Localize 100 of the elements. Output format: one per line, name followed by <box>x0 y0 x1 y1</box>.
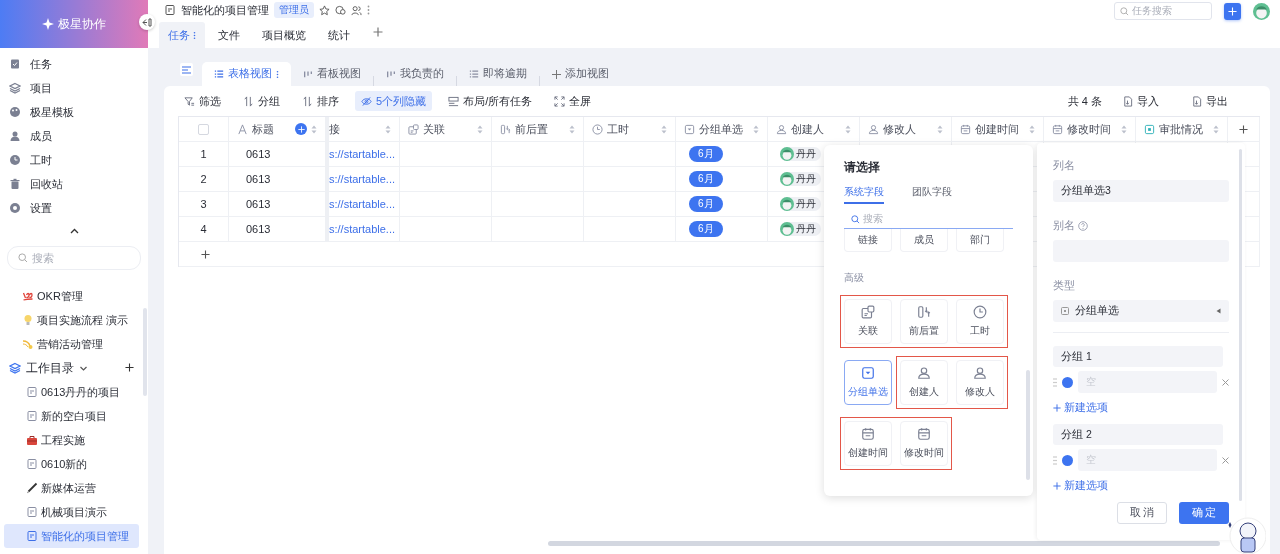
add-view-button[interactable]: 添加视图 <box>540 62 621 86</box>
field-option[interactable]: 分组单选 <box>844 360 892 405</box>
field-option[interactable]: 部门 <box>956 229 1004 252</box>
sidebar-item[interactable]: 工程实施 <box>4 428 139 452</box>
tab[interactable]: 任务 <box>159 22 205 48</box>
scrollbar[interactable] <box>1026 370 1030 480</box>
sidebar-item[interactable]: OKR管理 <box>0 284 148 308</box>
export-button[interactable]: 导出 <box>1185 91 1234 111</box>
sidebar-item[interactable]: 设置 <box>0 196 148 220</box>
column-header[interactable]: 接 <box>326 117 400 142</box>
column-header[interactable]: 创建时间 <box>952 117 1044 142</box>
sort-icon[interactable] <box>937 124 943 134</box>
column-header[interactable]: 标题 <box>229 117 326 142</box>
view-tab[interactable]: 即将逾期 <box>457 62 539 86</box>
help-icon[interactable] <box>1078 221 1088 231</box>
sort-icon[interactable] <box>311 124 317 134</box>
close-icon[interactable] <box>1222 378 1229 386</box>
sidebar-item[interactable]: 0613丹丹的项目 <box>4 380 139 404</box>
sidebar-item[interactable]: 项目实施流程 演示 <box>0 308 148 332</box>
field-option[interactable]: 修改时间 <box>900 421 948 466</box>
sidebar-item[interactable]: 任务 <box>0 52 148 76</box>
new-option-link[interactable]: 新建选项 <box>1053 401 1108 415</box>
link[interactable]: s://startable... <box>326 192 400 217</box>
field-option[interactable]: 链接 <box>844 229 892 252</box>
tab[interactable]: 统计 <box>319 22 359 48</box>
column-header[interactable]: 分组单选 <box>676 117 768 142</box>
field-option[interactable]: 关联 <box>844 299 892 344</box>
workspace-label[interactable]: 工作目录 <box>26 359 74 377</box>
add-button[interactable] <box>1224 2 1241 20</box>
sidebar-item[interactable]: 机械项目演示 <box>4 500 139 524</box>
column-header[interactable]: 审批情况 <box>1136 117 1228 142</box>
type-select[interactable]: 分组单选 <box>1053 300 1229 322</box>
toolbar-button[interactable]: 全屏 <box>548 91 598 111</box>
sort-icon[interactable] <box>1213 124 1219 134</box>
field-option[interactable]: 工时 <box>956 299 1004 344</box>
sort-icon[interactable] <box>385 124 391 134</box>
link[interactable]: s://startable... <box>326 142 400 167</box>
color-dot[interactable] <box>1062 454 1073 466</box>
tab[interactable]: 文件 <box>209 22 249 48</box>
new-option-link[interactable]: 新建选项 <box>1053 479 1108 493</box>
add-icon[interactable] <box>125 363 134 372</box>
sort-icon[interactable] <box>477 124 483 134</box>
sidebar-item[interactable]: 新的空白项目 <box>4 404 139 428</box>
column-header[interactable]: 修改时间 <box>1044 117 1136 142</box>
bear-mascot-drawing[interactable] <box>1226 516 1266 554</box>
view-tab[interactable]: 表格视图 <box>202 62 291 86</box>
more-icon[interactable] <box>193 30 196 40</box>
sort-icon[interactable] <box>1121 124 1127 134</box>
toolbar-button[interactable]: 筛选 <box>178 91 227 111</box>
cancel-button[interactable]: 取 消 <box>1117 502 1167 524</box>
toolbar-button[interactable]: 排序 <box>296 91 345 111</box>
add-tab-icon[interactable] <box>373 27 383 37</box>
tab[interactable]: 团队字段 <box>912 185 952 204</box>
sidebar-item[interactable]: 极星模板 <box>0 100 148 124</box>
star-icon[interactable] <box>319 4 330 16</box>
field-option[interactable]: 成员 <box>900 229 948 252</box>
group-name[interactable]: 分组 1 <box>1053 346 1223 367</box>
column-header[interactable]: 工时 <box>584 117 676 142</box>
confirm-button[interactable]: 确 定 <box>1179 502 1229 524</box>
link[interactable]: s://startable... <box>326 167 400 192</box>
import-button[interactable]: 导入 <box>1116 91 1165 111</box>
chevron-up-icon[interactable] <box>69 228 79 234</box>
add-column-icon[interactable] <box>1239 124 1248 134</box>
sidebar-item[interactable]: 新媒体运营 <box>4 476 139 500</box>
column-header[interactable]: 创建人 <box>768 117 860 142</box>
scrollbar[interactable] <box>548 541 1220 546</box>
people-icon[interactable] <box>351 4 362 16</box>
chat-icon[interactable] <box>335 4 346 16</box>
sidebar-item[interactable]: 回收站 <box>0 172 148 196</box>
add-button[interactable] <box>295 123 307 135</box>
sort-icon[interactable] <box>753 124 759 134</box>
view-tab[interactable]: 看板视图 <box>291 62 373 86</box>
column-header[interactable]: 修改人 <box>860 117 952 142</box>
sort-icon[interactable] <box>845 124 851 134</box>
toolbar-button[interactable]: 布局/所有任务 <box>442 91 539 111</box>
sort-icon[interactable] <box>569 124 575 134</box>
checkbox[interactable] <box>198 123 209 135</box>
tab[interactable]: 系统字段 <box>844 185 884 204</box>
sidebar-item[interactable]: 营销活动管理 <box>0 332 148 356</box>
close-icon[interactable] <box>1222 456 1229 464</box>
scrollbar[interactable] <box>1239 149 1242 501</box>
sidebar-item[interactable]: 工时 <box>0 148 148 172</box>
field-option[interactable]: 创建人 <box>900 360 948 405</box>
sort-icon[interactable] <box>1029 124 1035 134</box>
add-row-icon[interactable] <box>201 249 210 259</box>
column-header[interactable]: 前后置 <box>492 117 584 142</box>
field-option[interactable]: 修改人 <box>956 360 1004 405</box>
field-option[interactable]: 创建时间 <box>844 421 892 466</box>
column-header[interactable]: 关联 <box>400 117 492 142</box>
input-field[interactable]: 分组单选3 <box>1053 180 1229 202</box>
color-dot[interactable] <box>1062 376 1073 388</box>
sidebar-item[interactable]: 智能化的项目管理 <box>4 524 139 548</box>
more-icon[interactable] <box>276 69 279 79</box>
field-option[interactable]: 前后置 <box>900 299 948 344</box>
sidebar-item[interactable]: 0610新的 <box>4 452 139 476</box>
group-name[interactable]: 分组 2 <box>1053 424 1223 445</box>
tab[interactable]: 项目概览 <box>253 22 315 48</box>
menu-icon[interactable] <box>180 63 193 76</box>
sort-icon[interactable] <box>661 124 667 134</box>
view-tab[interactable]: 我负责的 <box>374 62 456 86</box>
